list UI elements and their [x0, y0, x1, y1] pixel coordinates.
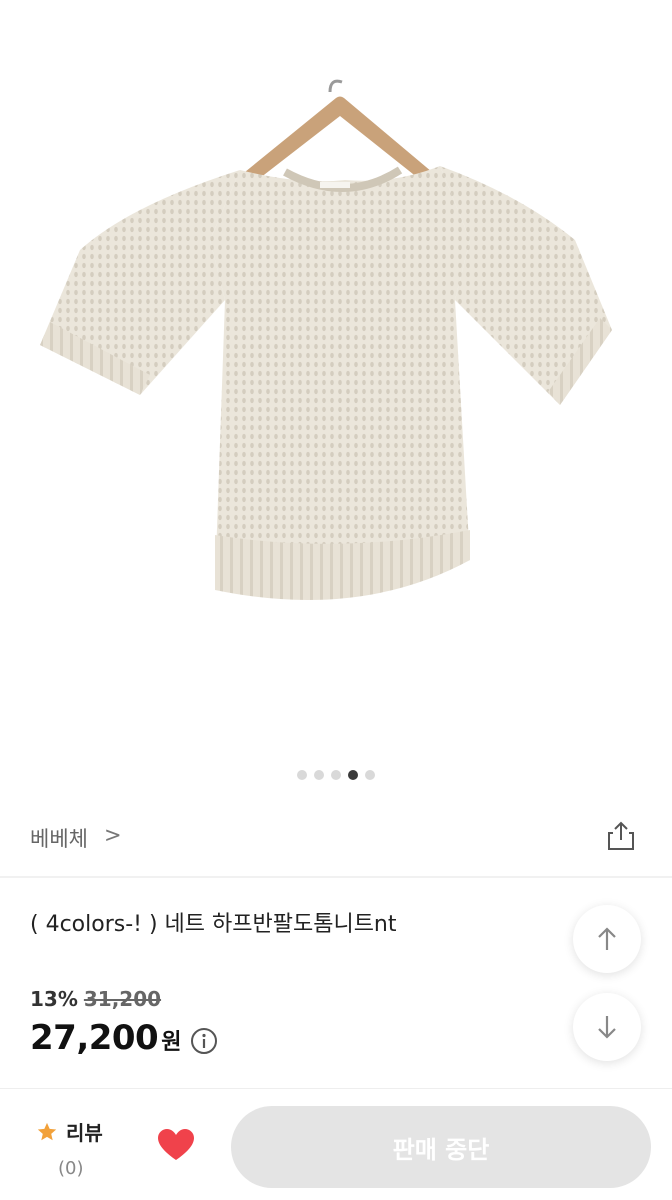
chevron-right-icon[interactable]: > [104, 823, 122, 847]
gallery-dot[interactable] [314, 770, 324, 780]
original-price: 31,200 [83, 987, 162, 1011]
scroll-down-button[interactable] [573, 993, 641, 1061]
shop-row: 베베체 > [0, 815, 672, 865]
info-icon[interactable] [189, 1026, 219, 1056]
heart-icon[interactable] [157, 1128, 195, 1162]
gallery-dot[interactable] [331, 770, 341, 780]
bottom-bar-divider [0, 1088, 672, 1089]
product-title: ( 4colors-! ) 네트 하프반팔도톰니트nt [30, 912, 397, 937]
review-label: 리뷰 [66, 1121, 103, 1145]
review-summary[interactable]: 리뷰 (0) [36, 1117, 126, 1179]
gallery-dot[interactable] [365, 770, 375, 780]
arrow-down-icon [598, 1016, 616, 1039]
sale-price: 27,200 [30, 1018, 159, 1058]
arrow-up-icon [598, 927, 616, 950]
discount-rate: 13% [30, 987, 78, 1011]
section-divider [0, 876, 672, 878]
gallery-pagination[interactable] [0, 769, 672, 781]
discount-row: 13% 31,200 [30, 987, 161, 1011]
sweater-illustration [40, 79, 612, 600]
review-count: (0) [58, 1158, 84, 1179]
share-icon[interactable] [604, 819, 638, 853]
sale-stopped-button[interactable]: 판매 중단 [231, 1106, 651, 1188]
price-row: 27,200 원 [30, 1018, 219, 1058]
currency-unit: 원 [161, 1030, 182, 1055]
star-icon [37, 1122, 57, 1140]
shop-name-link[interactable]: 베베체 [30, 823, 88, 853]
product-image[interactable] [0, 0, 672, 760]
gallery-dot-active[interactable] [348, 770, 358, 780]
scroll-up-button[interactable] [573, 905, 641, 973]
gallery-dot[interactable] [297, 770, 307, 780]
